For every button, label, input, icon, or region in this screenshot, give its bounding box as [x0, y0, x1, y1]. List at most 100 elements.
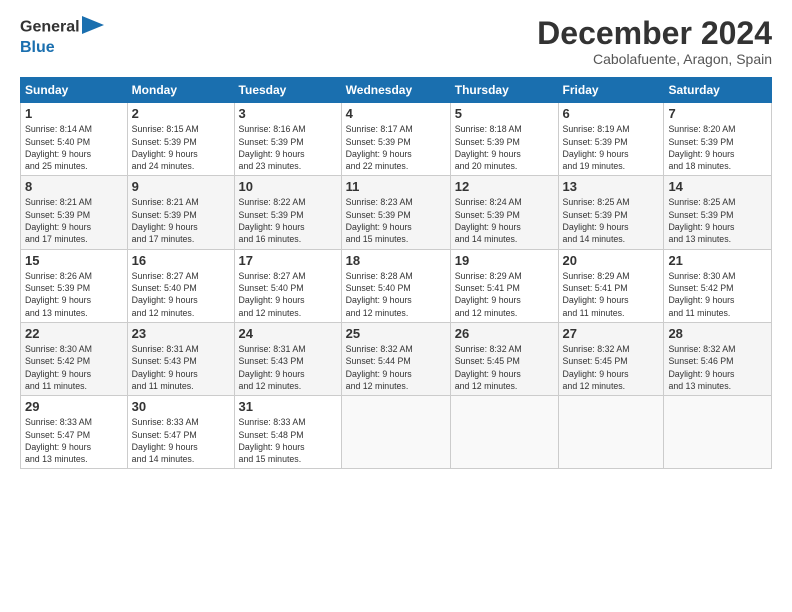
- calendar-cell: 14Sunrise: 8:25 AM Sunset: 5:39 PM Dayli…: [664, 176, 772, 249]
- calendar-cell: 18 Sunrise: 8:28 AM Sunset: 5:40 PM Dayli…: [341, 249, 450, 322]
- day-number: 25: [346, 326, 446, 341]
- day-info: Sunrise: 8:29 AM Sunset: 5:41 PM Dayligh…: [455, 270, 554, 319]
- calendar-cell: [341, 396, 450, 469]
- day-info: Sunrise: 8:31 AM Sunset: 5:43 PM Dayligh…: [239, 343, 337, 392]
- day-number: 20: [563, 253, 660, 268]
- calendar-cell: 12 Sunrise: 8:24 AM Sunset: 5:39 PM Dayli…: [450, 176, 558, 249]
- blue-arrow-icon: [82, 16, 104, 34]
- day-number: 4: [346, 106, 446, 121]
- day-info: Sunrise: 8:33 AM Sunset: 5:47 PM Dayligh…: [25, 416, 123, 465]
- day-number: 3: [239, 106, 337, 121]
- day-info: Sunrise: 8:28 AM Sunset: 5:40 PM Dayligh…: [346, 270, 446, 319]
- day-info: Sunrise: 8:19 AM Sunset: 5:39 PM Dayligh…: [563, 123, 660, 172]
- header-row: SundayMondayTuesdayWednesdayThursdayFrid…: [21, 78, 772, 103]
- calendar-cell: 30 Sunrise: 8:33 AM Sunset: 5:47 PM Dayli…: [127, 396, 234, 469]
- calendar-cell: 22 Sunrise: 8:30 AM Sunset: 5:42 PM Dayli…: [21, 322, 128, 395]
- calendar-cell: [450, 396, 558, 469]
- day-number: 22: [25, 326, 123, 341]
- calendar-cell: 6 Sunrise: 8:19 AM Sunset: 5:39 PM Daylig…: [558, 103, 664, 176]
- calendar-cell: 23Sunrise: 8:31 AM Sunset: 5:43 PM Dayli…: [127, 322, 234, 395]
- calendar-cell: 1Sunrise: 8:14 AM Sunset: 5:40 PM Daylig…: [21, 103, 128, 176]
- week-row-2: 8 Sunrise: 8:21 AM Sunset: 5:39 PM Daylig…: [21, 176, 772, 249]
- day-info: Sunrise: 8:31 AM Sunset: 5:43 PM Dayligh…: [132, 343, 230, 392]
- day-info: Sunrise: 8:33 AM Sunset: 5:48 PM Dayligh…: [239, 416, 337, 465]
- header: General Blue December 2024 Cabolafuente,…: [20, 16, 772, 67]
- calendar-cell: 24Sunrise: 8:31 AM Sunset: 5:43 PM Dayli…: [234, 322, 341, 395]
- day-info: Sunrise: 8:29 AM Sunset: 5:41 PM Dayligh…: [563, 270, 660, 319]
- calendar-cell: 29 Sunrise: 8:33 AM Sunset: 5:47 PM Dayli…: [21, 396, 128, 469]
- calendar-cell: 25 Sunrise: 8:32 AM Sunset: 5:44 PM Dayli…: [341, 322, 450, 395]
- day-info: Sunrise: 8:30 AM Sunset: 5:42 PM Dayligh…: [668, 270, 767, 319]
- calendar-cell: 8 Sunrise: 8:21 AM Sunset: 5:39 PM Daylig…: [21, 176, 128, 249]
- calendar-cell: 15Sunrise: 8:26 AM Sunset: 5:39 PM Dayli…: [21, 249, 128, 322]
- day-info: Sunrise: 8:15 AM Sunset: 5:39 PM Dayligh…: [132, 123, 230, 172]
- week-row-1: 1Sunrise: 8:14 AM Sunset: 5:40 PM Daylig…: [21, 103, 772, 176]
- day-number: 7: [668, 106, 767, 121]
- day-info: Sunrise: 8:17 AM Sunset: 5:39 PM Dayligh…: [346, 123, 446, 172]
- day-info: Sunrise: 8:18 AM Sunset: 5:39 PM Dayligh…: [455, 123, 554, 172]
- calendar-cell: 4 Sunrise: 8:17 AM Sunset: 5:39 PM Daylig…: [341, 103, 450, 176]
- calendar-cell: 27Sunrise: 8:32 AM Sunset: 5:45 PM Dayli…: [558, 322, 664, 395]
- month-title: December 2024: [537, 16, 772, 51]
- day-number: 6: [563, 106, 660, 121]
- location: Cabolafuente, Aragon, Spain: [537, 51, 772, 67]
- week-row-4: 22 Sunrise: 8:30 AM Sunset: 5:42 PM Dayli…: [21, 322, 772, 395]
- day-info: Sunrise: 8:32 AM Sunset: 5:45 PM Dayligh…: [455, 343, 554, 392]
- calendar-cell: 2Sunrise: 8:15 AM Sunset: 5:39 PM Daylig…: [127, 103, 234, 176]
- day-number: 17: [239, 253, 337, 268]
- header-day-sunday: Sunday: [21, 78, 128, 103]
- day-info: Sunrise: 8:32 AM Sunset: 5:44 PM Dayligh…: [346, 343, 446, 392]
- day-number: 9: [132, 179, 230, 194]
- day-number: 31: [239, 399, 337, 414]
- day-info: Sunrise: 8:25 AM Sunset: 5:39 PM Dayligh…: [668, 196, 767, 245]
- logo-graphic: General Blue: [20, 16, 104, 56]
- day-number: 18: [346, 253, 446, 268]
- day-number: 19: [455, 253, 554, 268]
- day-number: 29: [25, 399, 123, 414]
- day-number: 21: [668, 253, 767, 268]
- day-info: Sunrise: 8:22 AM Sunset: 5:39 PM Dayligh…: [239, 196, 337, 245]
- calendar-cell: 7 Sunrise: 8:20 AM Sunset: 5:39 PM Daylig…: [664, 103, 772, 176]
- calendar-cell: 19 Sunrise: 8:29 AM Sunset: 5:41 PM Dayli…: [450, 249, 558, 322]
- day-info: Sunrise: 8:30 AM Sunset: 5:42 PM Dayligh…: [25, 343, 123, 392]
- day-number: 10: [239, 179, 337, 194]
- page: General Blue December 2024 Cabolafuente,…: [0, 0, 792, 479]
- header-day-tuesday: Tuesday: [234, 78, 341, 103]
- header-day-wednesday: Wednesday: [341, 78, 450, 103]
- logo: General Blue: [20, 16, 104, 56]
- week-row-3: 15Sunrise: 8:26 AM Sunset: 5:39 PM Dayli…: [21, 249, 772, 322]
- calendar-cell: 21 Sunrise: 8:30 AM Sunset: 5:42 PM Dayli…: [664, 249, 772, 322]
- day-info: Sunrise: 8:21 AM Sunset: 5:39 PM Dayligh…: [132, 196, 230, 245]
- day-info: Sunrise: 8:21 AM Sunset: 5:39 PM Dayligh…: [25, 196, 123, 245]
- day-number: 11: [346, 179, 446, 194]
- day-number: 12: [455, 179, 554, 194]
- day-info: Sunrise: 8:25 AM Sunset: 5:39 PM Dayligh…: [563, 196, 660, 245]
- day-number: 16: [132, 253, 230, 268]
- calendar-cell: 5Sunrise: 8:18 AM Sunset: 5:39 PM Daylig…: [450, 103, 558, 176]
- day-number: 13: [563, 179, 660, 194]
- day-info: Sunrise: 8:20 AM Sunset: 5:39 PM Dayligh…: [668, 123, 767, 172]
- day-info: Sunrise: 8:27 AM Sunset: 5:40 PM Dayligh…: [239, 270, 337, 319]
- calendar-cell: 28Sunrise: 8:32 AM Sunset: 5:46 PM Dayli…: [664, 322, 772, 395]
- calendar-cell: 3 Sunrise: 8:16 AM Sunset: 5:39 PM Daylig…: [234, 103, 341, 176]
- calendar-cell: 11 Sunrise: 8:23 AM Sunset: 5:39 PM Dayli…: [341, 176, 450, 249]
- header-day-thursday: Thursday: [450, 78, 558, 103]
- day-info: Sunrise: 8:32 AM Sunset: 5:46 PM Dayligh…: [668, 343, 767, 392]
- calendar-cell: 9 Sunrise: 8:21 AM Sunset: 5:39 PM Daylig…: [127, 176, 234, 249]
- day-info: Sunrise: 8:24 AM Sunset: 5:39 PM Dayligh…: [455, 196, 554, 245]
- calendar-cell: 13 Sunrise: 8:25 AM Sunset: 5:39 PM Dayli…: [558, 176, 664, 249]
- week-row-5: 29 Sunrise: 8:33 AM Sunset: 5:47 PM Dayli…: [21, 396, 772, 469]
- day-number: 30: [132, 399, 230, 414]
- day-number: 8: [25, 179, 123, 194]
- day-number: 26: [455, 326, 554, 341]
- title-block: December 2024 Cabolafuente, Aragon, Spai…: [537, 16, 772, 67]
- day-info: Sunrise: 8:14 AM Sunset: 5:40 PM Dayligh…: [25, 123, 123, 172]
- day-info: Sunrise: 8:16 AM Sunset: 5:39 PM Dayligh…: [239, 123, 337, 172]
- day-info: Sunrise: 8:27 AM Sunset: 5:40 PM Dayligh…: [132, 270, 230, 319]
- calendar-table: SundayMondayTuesdayWednesdayThursdayFrid…: [20, 77, 772, 469]
- day-info: Sunrise: 8:33 AM Sunset: 5:47 PM Dayligh…: [132, 416, 230, 465]
- day-info: Sunrise: 8:23 AM Sunset: 5:39 PM Dayligh…: [346, 196, 446, 245]
- day-number: 27: [563, 326, 660, 341]
- calendar-cell: 16 Sunrise: 8:27 AM Sunset: 5:40 PM Dayli…: [127, 249, 234, 322]
- header-day-monday: Monday: [127, 78, 234, 103]
